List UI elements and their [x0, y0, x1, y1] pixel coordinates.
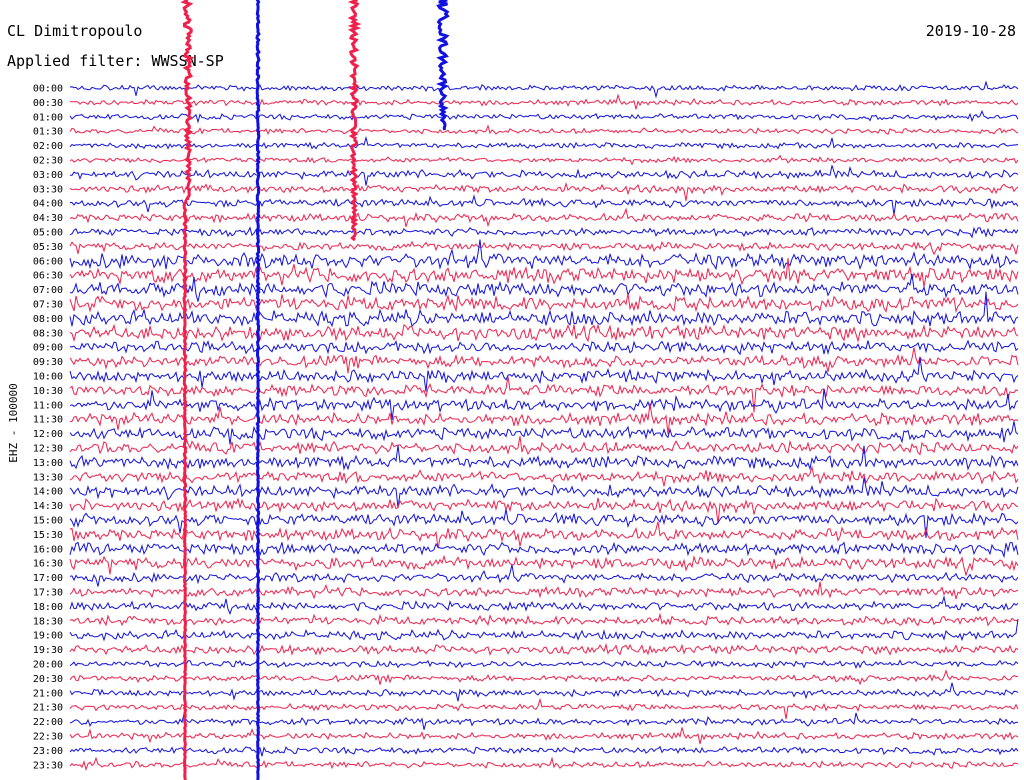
trace-line [69, 226, 1019, 239]
trace-line [69, 712, 1019, 730]
trace-line [69, 659, 1019, 670]
trace-line [69, 756, 1019, 772]
trace-line [69, 581, 1019, 600]
trace-line [69, 347, 1019, 374]
time-label: 06:00 [33, 256, 63, 267]
trace-line [69, 323, 1019, 343]
trace-line [69, 273, 1019, 302]
time-label: 05:30 [33, 242, 63, 253]
time-label: 20:30 [33, 674, 63, 685]
time-label: 13:00 [33, 458, 63, 469]
time-label: 00:30 [33, 98, 63, 109]
time-label: 16:30 [33, 559, 63, 570]
time-label: 06:30 [33, 271, 63, 282]
trace-line [69, 80, 1019, 99]
time-label: 09:00 [33, 343, 63, 354]
time-label: 09:30 [33, 357, 63, 368]
trace-line [69, 595, 1019, 615]
trace-line [69, 745, 1019, 757]
time-label-group: 00:00 00:30 01:00 01:30 02:00 02:30 03:00 03:30… [33, 84, 63, 772]
trace-line [69, 165, 1019, 186]
time-label: 07:00 [33, 285, 63, 296]
time-label: 19:30 [33, 645, 63, 656]
trace-line [69, 435, 1019, 456]
time-label: 08:30 [33, 328, 63, 339]
transient-spike [182, 198, 188, 780]
trace-line [69, 207, 1019, 228]
time-label: 17:00 [33, 573, 63, 584]
time-label: 01:00 [33, 112, 63, 123]
time-label: 04:30 [33, 213, 63, 224]
time-label: 10:00 [33, 372, 63, 383]
time-label: 17:30 [33, 588, 63, 599]
time-label: 21:00 [33, 688, 63, 699]
trace-line [69, 541, 1019, 559]
trace-line [69, 465, 1019, 487]
time-label: 02:00 [33, 141, 63, 152]
time-label: 22:00 [33, 717, 63, 728]
trace-line [69, 109, 1019, 124]
trace-line [69, 124, 1019, 136]
trace-line [69, 93, 1019, 110]
trace-line [69, 612, 1019, 627]
time-label: 19:00 [33, 631, 63, 642]
trace-line [69, 682, 1019, 702]
time-label: 02:30 [33, 156, 63, 167]
trace-line [69, 240, 1019, 256]
trace-line [69, 376, 1019, 413]
trace-line [69, 154, 1019, 166]
trace-line [69, 642, 1019, 656]
time-label: 14:00 [33, 487, 63, 498]
time-label: 16:00 [33, 544, 63, 555]
time-label: 15:00 [33, 516, 63, 527]
trace-line [69, 509, 1019, 538]
time-label: 03:30 [33, 184, 63, 195]
time-label: 11:00 [33, 400, 63, 411]
time-label: 15:30 [33, 530, 63, 541]
transient-spike [180, 0, 195, 201]
time-label: 18:30 [33, 616, 63, 627]
trace-line [69, 727, 1019, 745]
trace-line [69, 135, 1019, 150]
trace-line [70, 194, 1019, 216]
time-label: 10:30 [33, 386, 63, 397]
time-label: 05:00 [33, 228, 63, 239]
time-label: 22:30 [33, 732, 63, 743]
time-label: 21:30 [33, 703, 63, 714]
time-label: 03:00 [33, 170, 63, 181]
time-label: 04:00 [33, 199, 63, 210]
time-label: 23:30 [33, 760, 63, 771]
helicorder-plot: 00:00 00:30 01:00 01:30 02:00 02:30 03:00 03:30… [7, 0, 1019, 780]
trace-line [69, 697, 1019, 720]
transient-spike [435, 0, 450, 131]
trace-line [69, 564, 1019, 587]
trace-line [69, 339, 1019, 356]
trace-line [69, 181, 1019, 201]
time-label: 01:30 [33, 127, 63, 138]
time-label: 08:00 [33, 314, 63, 325]
time-label: 07:30 [33, 300, 63, 311]
time-label: 23:00 [33, 746, 63, 757]
trace-line [69, 291, 1019, 328]
time-label: 13:30 [33, 472, 63, 483]
trace-line [69, 554, 1019, 577]
time-label: 00:00 [33, 84, 63, 95]
time-label: 12:00 [33, 429, 63, 440]
time-label: 14:30 [33, 501, 63, 512]
time-label: 12:30 [33, 444, 63, 455]
trace-line [69, 521, 1019, 549]
trace-line [69, 445, 1019, 471]
trace-line [69, 293, 1019, 314]
y-axis-label: EHZ - 100000 [7, 383, 20, 462]
time-label: 18:00 [33, 602, 63, 613]
transient-spike [255, 0, 261, 780]
time-label: 11:30 [33, 415, 63, 426]
trace-group [69, 0, 1019, 780]
time-label: 20:00 [33, 660, 63, 671]
trace-line [69, 388, 1019, 421]
trace-line [69, 669, 1019, 686]
